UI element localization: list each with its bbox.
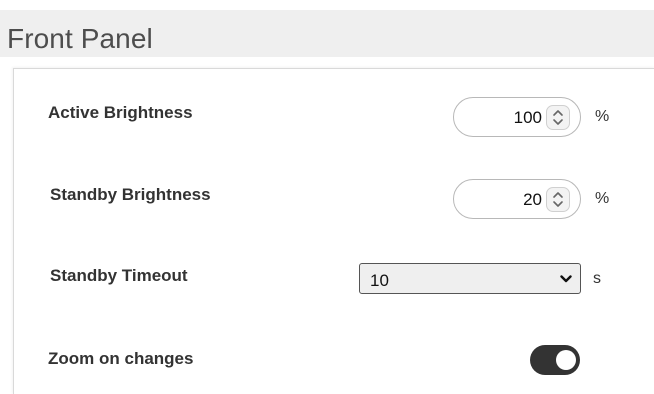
- active-brightness-unit: %: [595, 108, 610, 125]
- zoom-on-changes-toggle[interactable]: [530, 345, 580, 375]
- standby-brightness-value: 20: [523, 190, 542, 209]
- toggle-knob: [556, 350, 576, 370]
- standby-timeout-select[interactable]: 10: [359, 263, 581, 294]
- active-brightness-label: Active Brightness: [48, 103, 193, 122]
- standby-timeout-selected: 10: [370, 271, 389, 290]
- front-panel-page: Front Panel Active Brightness 100 % Stan…: [0, 0, 654, 394]
- panel-title: Front Panel: [7, 23, 153, 54]
- zoom-on-changes-label: Zoom on changes: [48, 349, 194, 368]
- panel-body: Active Brightness 100 % Standby Brightne…: [13, 68, 654, 394]
- updown-arrows-icon: [553, 192, 563, 207]
- active-brightness-value: 100: [513, 108, 542, 127]
- standby-brightness-spinner[interactable]: [546, 187, 570, 212]
- standby-brightness-label: Standby Brightness: [50, 185, 211, 204]
- chevron-down-icon: [560, 275, 572, 283]
- standby-timeout-unit: s: [593, 270, 601, 287]
- active-brightness-spinner[interactable]: [546, 105, 570, 130]
- standby-brightness-unit: %: [595, 190, 610, 207]
- standby-timeout-label: Standby Timeout: [50, 266, 188, 285]
- updown-arrows-icon: [553, 110, 563, 125]
- standby-brightness-input[interactable]: 20: [453, 179, 581, 219]
- active-brightness-input[interactable]: 100: [453, 97, 581, 137]
- panel-header: Front Panel: [0, 10, 654, 57]
